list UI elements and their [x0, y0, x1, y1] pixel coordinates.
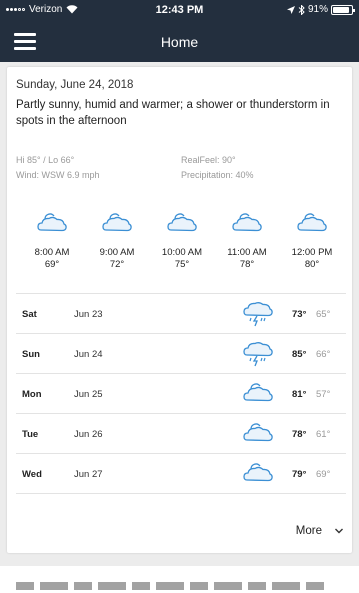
forecast-summary: Partly sunny, humid and warmer; a shower… [16, 99, 330, 127]
partly-cloudy-icon [37, 213, 67, 232]
day-date: Jun 23 [74, 309, 103, 320]
day-high: 85° [292, 349, 307, 360]
hour-temp: 69° [44, 259, 60, 270]
hourly-item: 11:00 AM 78° [213, 211, 281, 270]
hour-time: 11:00 AM [227, 247, 267, 258]
day-name: Sun [22, 349, 40, 360]
partly-cloudy-icon [243, 383, 273, 402]
hour-time: 8:00 AM [34, 247, 70, 258]
day-date: Jun 24 [74, 349, 103, 360]
location-icon [286, 5, 295, 14]
thunderstorm-icon [243, 302, 273, 327]
icon-wrap [297, 211, 327, 233]
realfeel: RealFeel: 90° [181, 155, 236, 165]
day-icon-wrap [243, 381, 273, 407]
day-icon-wrap [243, 421, 273, 447]
partly-cloudy-icon [167, 213, 197, 232]
day-name: Sat [22, 309, 37, 320]
icon-wrap [102, 211, 132, 233]
day-high: 79° [292, 469, 307, 480]
day-row[interactable]: Mon Jun 25 81° 57° [16, 374, 346, 414]
partly-cloudy-icon [297, 213, 327, 232]
partly-cloudy-icon [102, 213, 132, 232]
hour-temp: 78° [239, 259, 255, 270]
day-low: 69° [316, 469, 331, 480]
more-button[interactable]: More [296, 525, 344, 537]
day-name: Mon [22, 389, 42, 400]
hour-temp: 72° [109, 259, 125, 270]
hourly-item: 12:00 PM 80° [278, 211, 346, 270]
thunderstorm-icon [243, 342, 273, 367]
next-card-peek [0, 566, 359, 593]
day-name: Wed [22, 469, 42, 480]
day-name: Tue [22, 429, 39, 440]
status-bar: Verizon 12:43 PM 91% [0, 0, 359, 22]
hourly-item: 8:00 AM 69° [18, 211, 86, 270]
forecast-date: Sunday, June 24, 2018 [16, 79, 134, 91]
hour-time: 12:00 PM [291, 247, 333, 258]
day-icon-wrap [243, 461, 273, 487]
day-high: 73° [292, 309, 307, 320]
icon-wrap [167, 211, 197, 233]
wind: Wind: WSW 6.9 mph [16, 170, 100, 180]
precipitation: Precipitation: 40% [181, 170, 254, 180]
icon-wrap [232, 211, 262, 233]
day-row[interactable]: Sat Jun 23 73° 65° [16, 294, 346, 334]
day-low: 57° [316, 389, 331, 400]
chevron-down-icon [335, 528, 343, 534]
battery-fill [333, 6, 350, 13]
hour-time: 10:00 AM [161, 247, 203, 258]
hourly-item: 10:00 AM 75° [148, 211, 216, 270]
weather-card: Sunday, June 24, 2018 Partly sunny, humi… [7, 67, 352, 553]
day-low: 66° [316, 349, 331, 360]
day-icon-wrap [243, 341, 273, 367]
more-label: More [295, 525, 322, 537]
day-date: Jun 27 [74, 469, 103, 480]
icon-wrap [37, 211, 67, 233]
status-right: 91% [286, 4, 355, 15]
day-icon-wrap [243, 301, 273, 327]
daily-forecast: Sat Jun 23 73° 65° Sun Jun 24 85° 66° Mon Jun 25 8… [16, 293, 346, 494]
hour-temp: 75° [174, 259, 190, 270]
app-header: Home [0, 22, 359, 62]
partly-cloudy-icon [243, 463, 273, 482]
day-low: 61° [316, 429, 331, 440]
partly-cloudy-icon [232, 213, 262, 232]
hourly-item: 9:00 AM 72° [83, 211, 151, 270]
day-low: 65° [316, 309, 331, 320]
page-title: Home [160, 34, 199, 50]
battery-icon [331, 4, 355, 15]
day-date: Jun 25 [74, 389, 103, 400]
hour-time: 9:00 AM [99, 247, 135, 258]
day-row[interactable]: Wed Jun 27 79° 69° [16, 454, 346, 494]
partly-cloudy-icon [243, 423, 273, 442]
battery-percent: 91% [307, 4, 328, 15]
hourly-forecast: 8:00 AM 69° 9:00 AM 72° 10:00 AM 75° 11:00 AM 7… [7, 211, 352, 281]
hi-lo: Hi 85° / Lo 66° [16, 155, 75, 165]
bluetooth-icon [298, 4, 305, 15]
day-row[interactable]: Tue Jun 26 78° 61° [16, 414, 346, 454]
day-high: 81° [292, 389, 307, 400]
day-row[interactable]: Sun Jun 24 85° 66° [16, 334, 346, 374]
hour-temp: 80° [304, 259, 320, 270]
day-date: Jun 26 [74, 429, 103, 440]
day-high: 78° [292, 429, 307, 440]
